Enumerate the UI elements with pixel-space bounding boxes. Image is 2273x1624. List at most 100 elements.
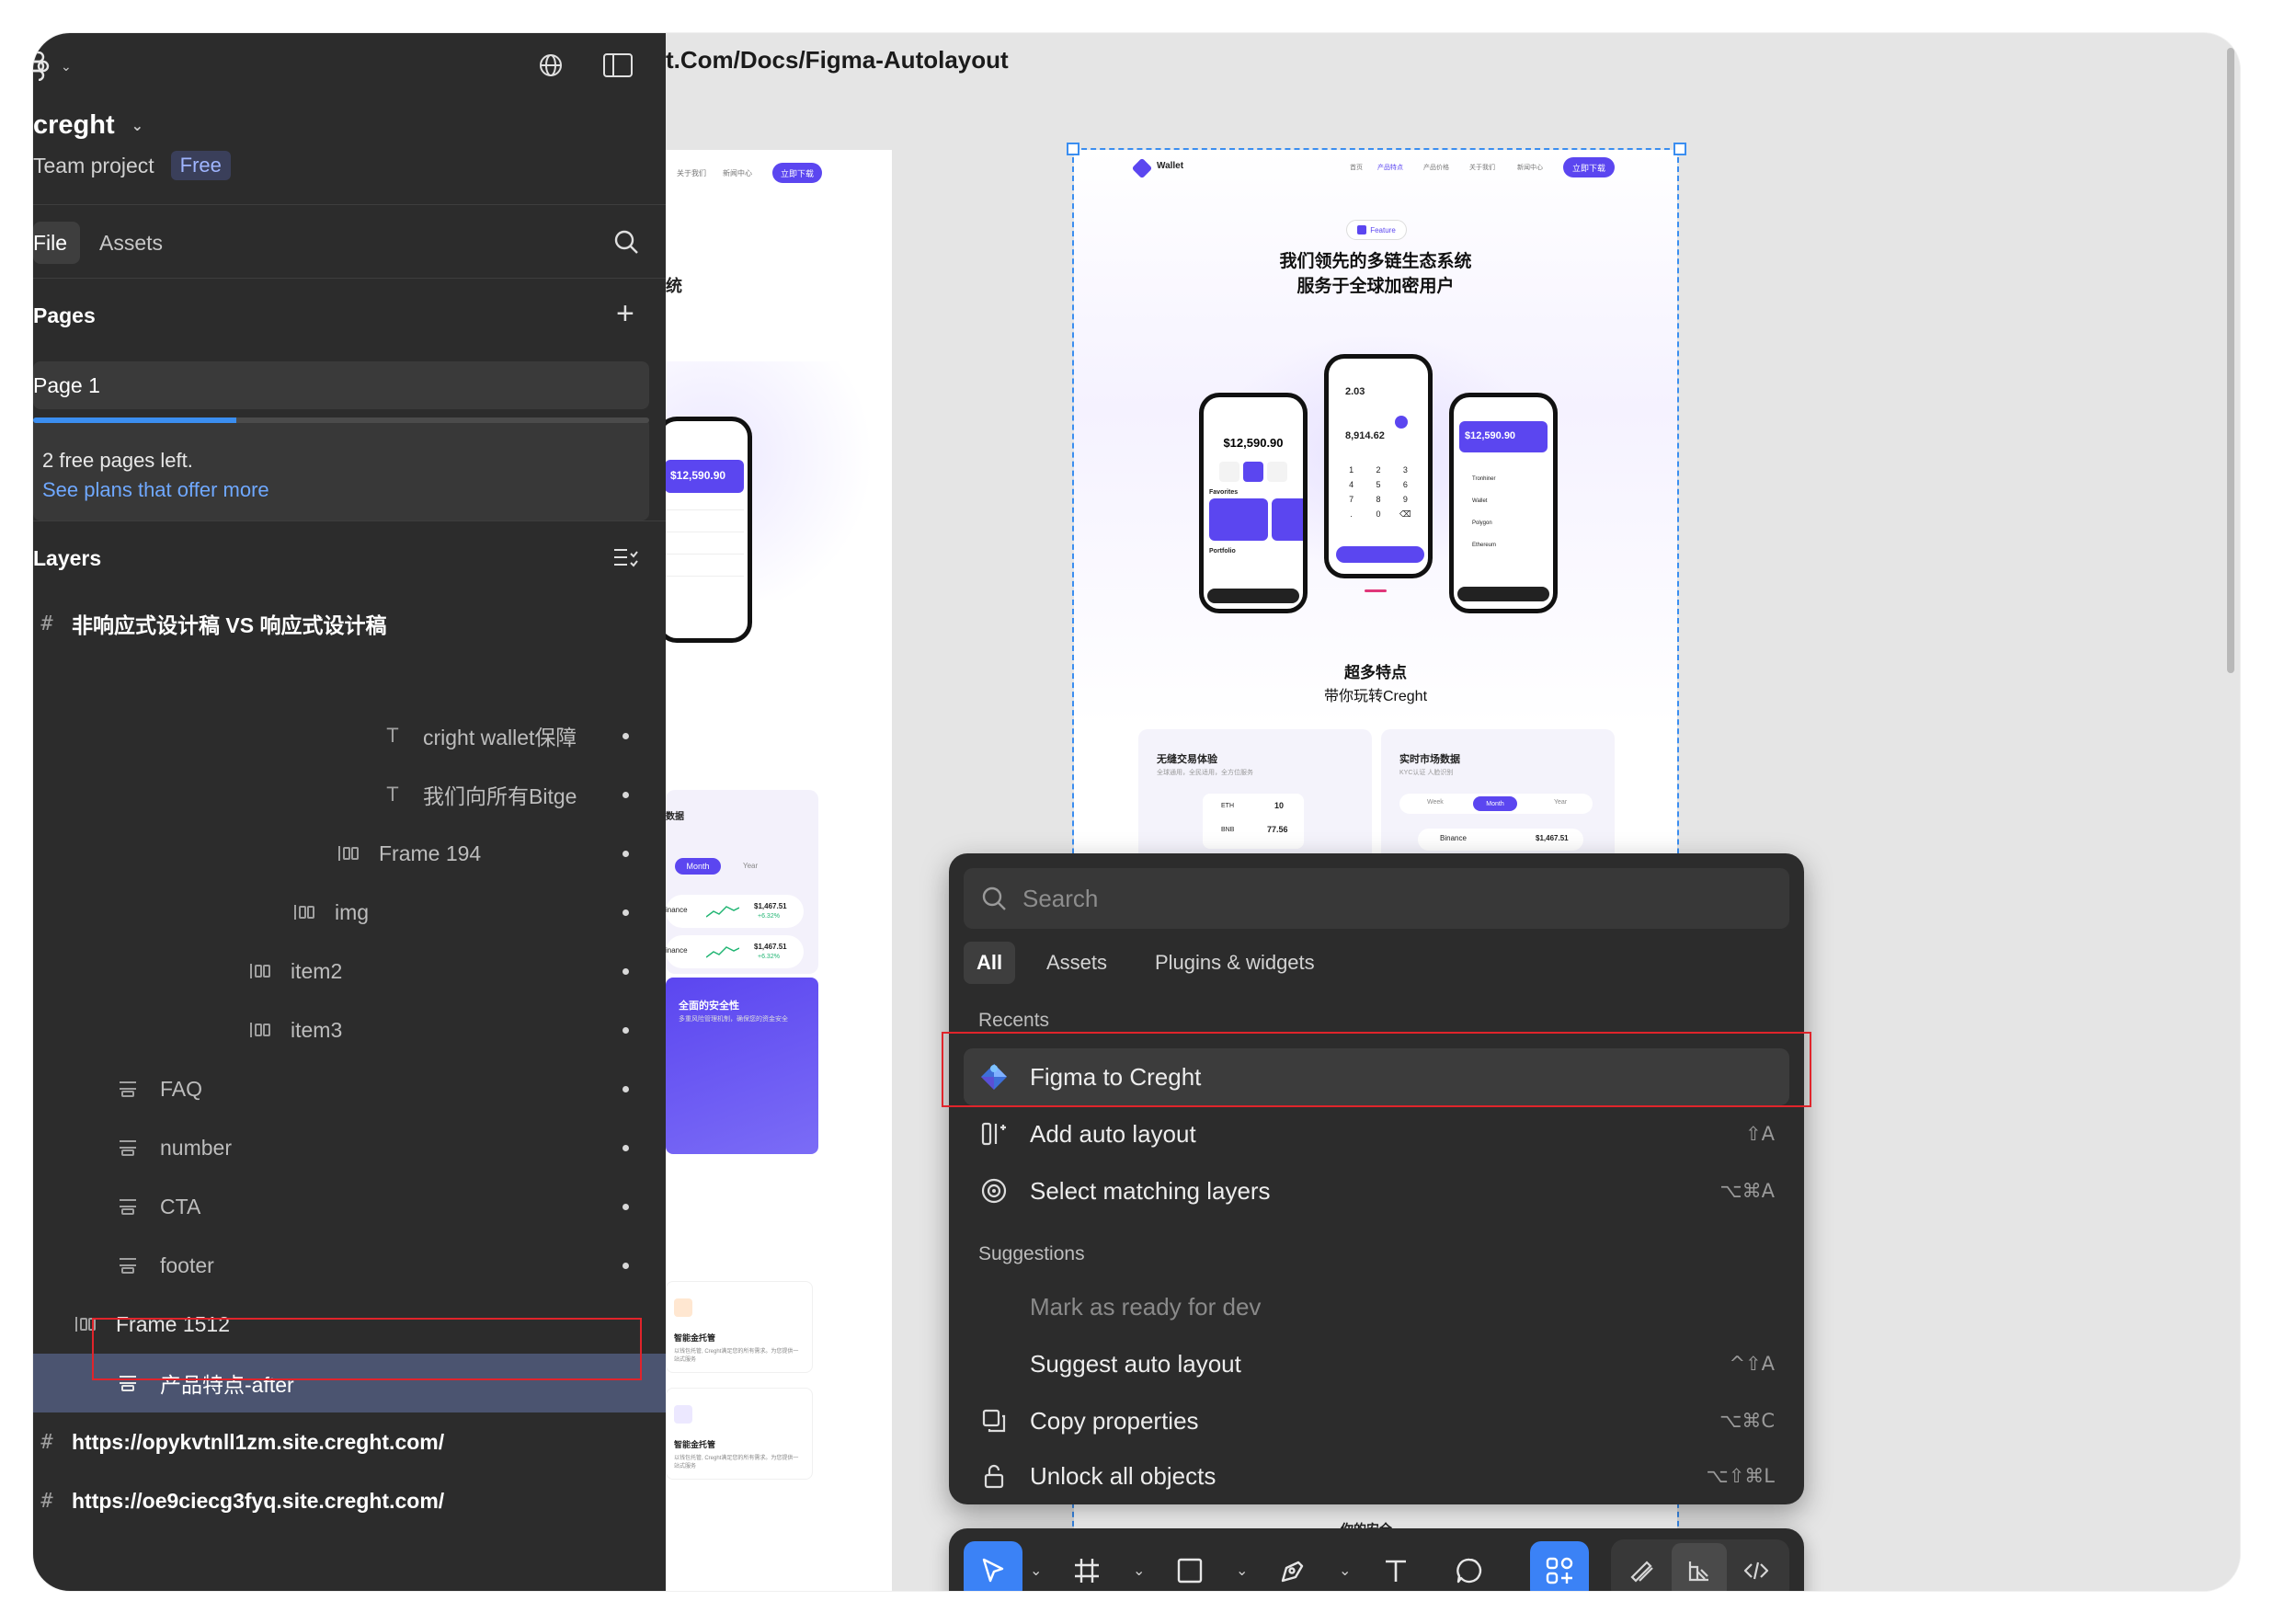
- sparkline: [706, 906, 739, 918]
- tab-all[interactable]: All: [964, 942, 1016, 984]
- frame-tool-button[interactable]: [1057, 1541, 1116, 1591]
- project-name[interactable]: creght ⌄: [33, 110, 143, 141]
- visibility-dot[interactable]: [623, 1085, 629, 1092]
- frame-icon: [1075, 1559, 1099, 1583]
- layer-row[interactable]: # https://opykvtnll1zm.site.creght.com/: [33, 1412, 666, 1471]
- tab-file[interactable]: File: [33, 222, 81, 264]
- visibility-dot[interactable]: [623, 1203, 629, 1210]
- divider: [33, 520, 666, 521]
- text-tool-button[interactable]: [1366, 1541, 1425, 1591]
- layer-row[interactable]: # 非响应式设计稿 VS 响应式设计稿: [33, 594, 666, 653]
- comment-tool-button[interactable]: [1440, 1541, 1499, 1591]
- action-unlock-all-objects[interactable]: Unlock all objects ⌥⇧⌘L: [964, 1449, 1789, 1503]
- draw-mode-button[interactable]: [1615, 1543, 1670, 1591]
- layer-row[interactable]: CTA: [33, 1177, 666, 1236]
- layers-label: Layers: [33, 546, 102, 570]
- visibility-dot[interactable]: [623, 1144, 629, 1151]
- action-label: Copy properties: [1030, 1406, 1199, 1435]
- pen-tool-button[interactable]: [1263, 1541, 1322, 1591]
- move-tool-button[interactable]: [964, 1541, 1022, 1591]
- mode-toggle-group: [1611, 1539, 1789, 1591]
- copy-icon: [978, 1405, 1010, 1436]
- actions-icon: [1546, 1557, 1573, 1584]
- layer-row[interactable]: number: [33, 1118, 666, 1177]
- layer-row[interactable]: T cright wallet保障: [33, 706, 666, 765]
- layer-row[interactable]: item2: [33, 942, 666, 1001]
- action-copy-properties[interactable]: Copy properties ⌥⌘C: [964, 1392, 1789, 1449]
- chevron-down-icon[interactable]: ⌄: [1030, 1561, 1042, 1580]
- resize-handle[interactable]: [1673, 143, 1686, 155]
- search-icon[interactable]: [612, 228, 640, 260]
- frame-icon: #: [40, 1430, 53, 1454]
- chevron-down-icon[interactable]: ⌄: [1339, 1561, 1351, 1580]
- left-frame-preview[interactable]: 关于我们 新闻中心 立即下载 统 $12,590.90 数据 Month Yea…: [666, 150, 892, 1591]
- coin-value: $1,467.51: [754, 943, 787, 951]
- coin-row: inance $1,467.51 +6.32%: [666, 895, 804, 928]
- phone-mockup: $12,590.90: [666, 417, 752, 643]
- security-title: 全面的安全性: [679, 1001, 739, 1012]
- design-mode-button[interactable]: [1672, 1543, 1727, 1591]
- auto-layout-icon: [246, 1016, 274, 1044]
- tab-plugins-widgets[interactable]: Plugins & widgets: [1142, 942, 1328, 984]
- search-icon: [980, 885, 1008, 912]
- layer-row[interactable]: FAQ: [33, 1059, 666, 1118]
- search-box[interactable]: [964, 868, 1789, 929]
- bottom-toolbar: ⌄ ⌄ ⌄ ⌄: [949, 1528, 1804, 1591]
- frame-title[interactable]: t.Com/Docs/Figma-Autolayout: [666, 46, 1009, 74]
- visibility-dot[interactable]: [623, 1262, 629, 1269]
- plan-badge[interactable]: Free: [170, 151, 231, 180]
- toggle-sidebar-icon[interactable]: [603, 53, 633, 82]
- layer-row[interactable]: Frame 194: [33, 824, 666, 883]
- layer-row[interactable]: T 我们向所有Bitge: [33, 765, 666, 824]
- auto-layout-icon: [246, 957, 274, 985]
- layer-name: FAQ: [160, 1076, 203, 1101]
- tab-assets[interactable]: Assets: [99, 222, 163, 264]
- feature-desc: 以钱包托管, Creght满足您的所有需求。为您提供一站式服务: [674, 1349, 799, 1363]
- nav-link: 新闻中心: [723, 169, 752, 177]
- layer-row[interactable]: img: [33, 883, 666, 942]
- security-desc: 多重风险管理机制，确保您的资金安全: [679, 1016, 788, 1023]
- globe-icon[interactable]: [537, 51, 565, 84]
- action-add-auto-layout[interactable]: Add auto layout ⇧A: [964, 1105, 1789, 1162]
- visibility-dot[interactable]: [623, 909, 629, 916]
- search-input[interactable]: [1022, 884, 1740, 913]
- visibility-dot[interactable]: [623, 1026, 629, 1034]
- chevron-down-icon[interactable]: ⌄: [1133, 1561, 1145, 1580]
- visibility-dot[interactable]: [623, 850, 629, 857]
- page-item-label: Page 1: [33, 372, 100, 397]
- team-label: Team project: [33, 153, 154, 177]
- dev-mode-button[interactable]: [1729, 1543, 1784, 1591]
- action-select-matching-layers[interactable]: Select matching layers ⌥⌘A: [964, 1162, 1789, 1219]
- layers-filter-icon[interactable]: [612, 546, 638, 575]
- action-label: Select matching layers: [1030, 1176, 1271, 1205]
- frame-icon: #: [40, 612, 53, 635]
- chevron-down-icon[interactable]: ⌄: [1236, 1561, 1248, 1580]
- visibility-dot[interactable]: [623, 732, 629, 739]
- visibility-dot[interactable]: [623, 967, 629, 975]
- coin-row: inance $1,467.51 +6.32%: [666, 935, 804, 968]
- layer-name: item3: [291, 1017, 343, 1042]
- action-suggest-auto-layout[interactable]: Suggest auto layout ^⇧A: [964, 1335, 1789, 1392]
- recents-label: Recents: [978, 1010, 1050, 1031]
- text-layer-icon: T: [386, 724, 399, 747]
- target-icon: [978, 1175, 1010, 1207]
- layer-row[interactable]: # https://oe9ciecg3fyq.site.creght.com/: [33, 1471, 666, 1530]
- coin-value: $1,467.51: [754, 902, 787, 910]
- layer-name: 非响应式设计稿 VS 响应式设计稿: [72, 613, 387, 637]
- visibility-dot[interactable]: [623, 791, 629, 798]
- layer-name: 我们向所有Bitge: [423, 784, 577, 808]
- action-mark-ready-for-dev[interactable]: Mark as ready for dev: [964, 1278, 1789, 1335]
- shape-tool-button[interactable]: [1160, 1541, 1219, 1591]
- page-item[interactable]: Page 1: [33, 361, 649, 409]
- layer-row[interactable]: item3: [33, 1001, 666, 1059]
- vertical-scrollbar[interactable]: [2227, 48, 2234, 673]
- add-page-icon[interactable]: +: [616, 298, 634, 329]
- actions-button[interactable]: [1530, 1541, 1589, 1591]
- upsell-link[interactable]: See plans that offer more: [42, 478, 269, 502]
- section-icon: [114, 1134, 142, 1161]
- layer-row[interactable]: footer: [33, 1236, 666, 1295]
- resize-handle[interactable]: [1067, 143, 1079, 155]
- design-icon: [1688, 1561, 1708, 1582]
- main-menu-button[interactable]: ⌄: [33, 51, 72, 81]
- tab-assets[interactable]: Assets: [1034, 942, 1120, 984]
